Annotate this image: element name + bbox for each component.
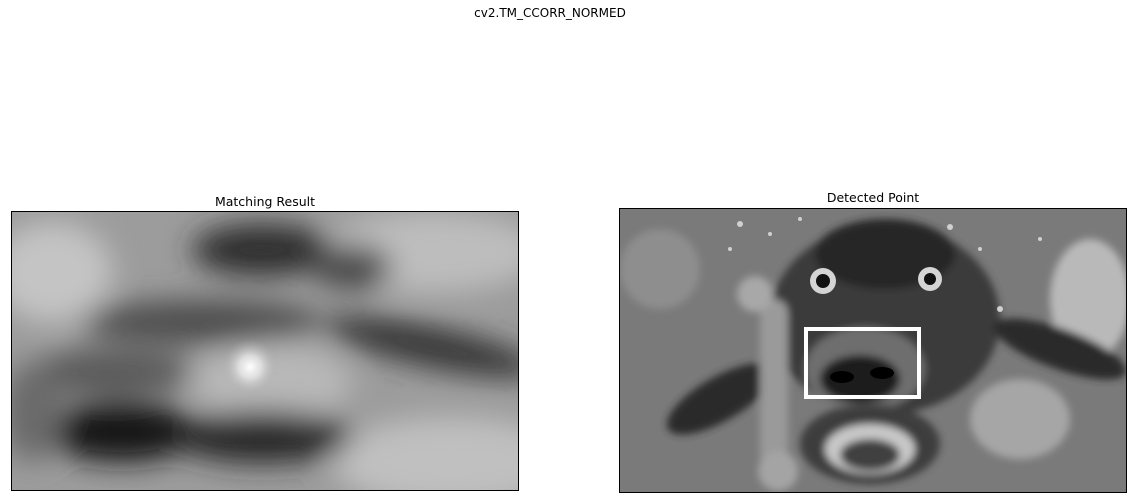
- figure-suptitle: cv2.TM_CCORR_NORMED: [474, 6, 626, 20]
- figure: cv2.TM_CCORR_NORMED Matching Result Dete…: [0, 0, 1137, 504]
- detected-point-image: [619, 208, 1127, 493]
- matching-result-image: [11, 211, 519, 491]
- matching-result-heatmap: [12, 212, 518, 490]
- matching-result-title: Matching Result: [214, 194, 316, 209]
- detected-point-title: Detected Point: [826, 190, 920, 205]
- dog-photo: [620, 209, 1126, 492]
